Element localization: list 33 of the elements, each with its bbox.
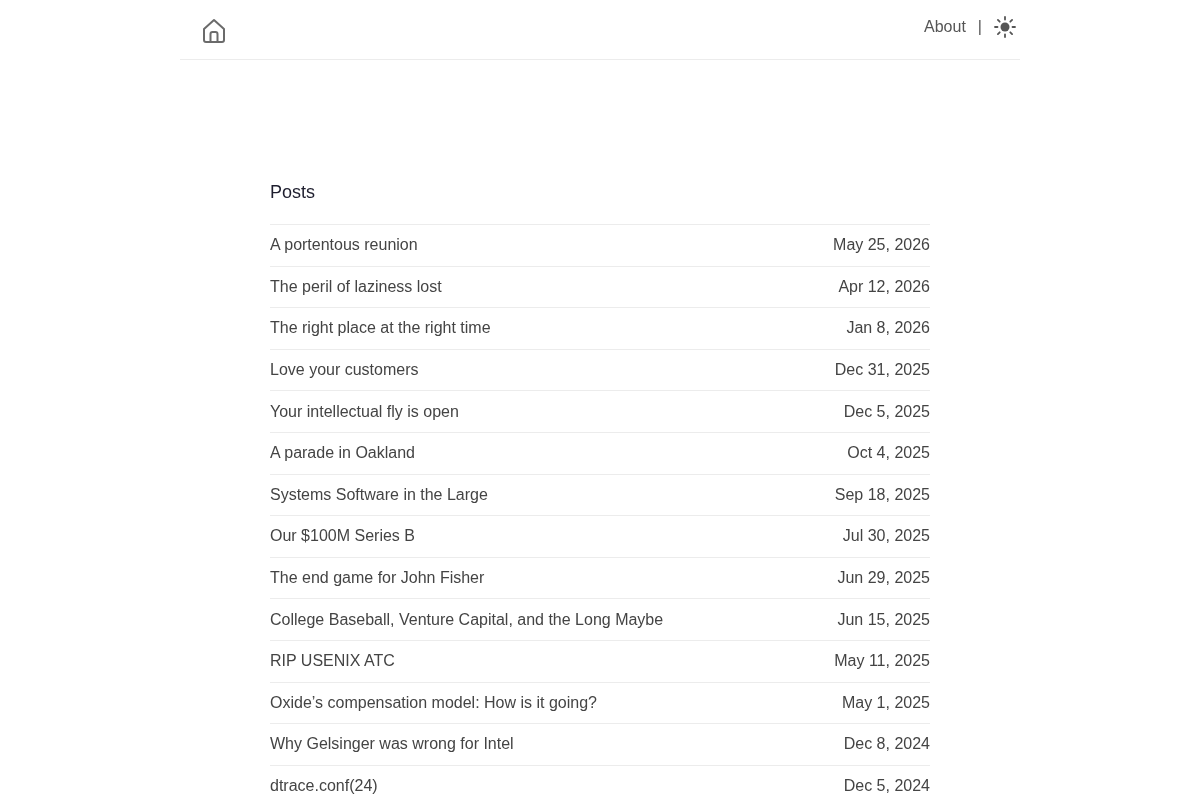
post-date: Dec 31, 2025	[834, 360, 930, 381]
post-date: May 11, 2025	[834, 651, 930, 672]
post-title-link[interactable]: College Baseball, Venture Capital, and the Long Maybe	[270, 609, 664, 630]
post-date: Dec 5, 2025	[843, 401, 930, 422]
sun-icon[interactable]	[994, 15, 1016, 38]
post-title-link[interactable]: Our $100M Series B	[270, 526, 415, 547]
section-heading: Posts	[270, 181, 317, 204]
post-title-link[interactable]: Your intellectual fly is open	[270, 401, 459, 422]
post-date: May 25, 2026	[833, 235, 930, 256]
post-title-link[interactable]: A portentous reunion	[270, 235, 418, 256]
post-title-link[interactable]: Systems Software in the Large	[270, 484, 488, 505]
post-title-link[interactable]: Love your customers	[270, 360, 419, 381]
post-date: May 1, 2025	[841, 692, 930, 713]
post-date: Oct 4, 2025	[847, 443, 930, 464]
post-date: Jun 29, 2025	[837, 568, 930, 589]
post-date: Sep 18, 2025	[834, 484, 930, 505]
post-title-link[interactable]: Oxide’s compensation model: How is it going?	[270, 692, 597, 713]
post-title-link[interactable]: The peril of laziness lost	[270, 276, 442, 297]
post-date: Dec 5, 2024	[843, 776, 930, 796]
post-date: Dec 8, 2024	[843, 734, 930, 755]
post-date: Apr 12, 2026	[838, 276, 930, 297]
post-title-link[interactable]: The end game for John Fisher	[270, 568, 485, 589]
post-title-link[interactable]: A parade in Oakland	[270, 443, 415, 464]
post-title-link[interactable]: RIP USENIX ATC	[270, 651, 395, 672]
post-title-link[interactable]: dtrace.conf(24)	[270, 776, 378, 796]
nav-separator: |	[977, 16, 982, 37]
post-date: Jul 30, 2025	[842, 526, 930, 547]
post-date: Jan 8, 2026	[846, 318, 930, 339]
home-icon[interactable]	[202, 17, 226, 44]
post-date: Jun 15, 2025	[837, 609, 930, 630]
post-title-link[interactable]: Why Gelsinger was wrong for Intel	[270, 734, 514, 755]
nav-link[interactable]: About	[924, 16, 966, 37]
post-title-link[interactable]: The right place at the right time	[270, 318, 491, 339]
